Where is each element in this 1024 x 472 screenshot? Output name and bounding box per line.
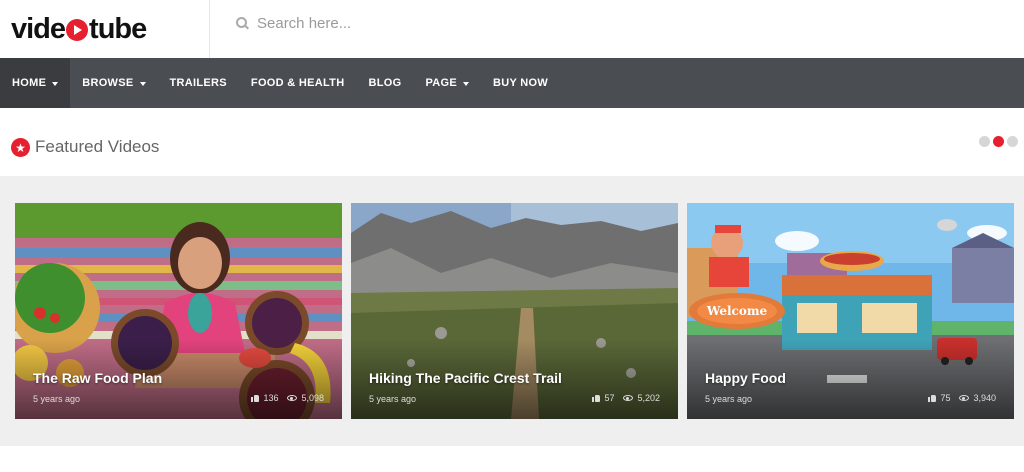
video-stats: 57 5,202 — [592, 393, 660, 403]
carousel-pagination — [979, 136, 1018, 147]
video-stats: 136 5,098 — [251, 393, 324, 403]
logo-text-part2: tube — [89, 12, 147, 45]
caret-down-icon — [139, 81, 146, 86]
eye-icon — [959, 395, 970, 401]
video-age: 5 years ago — [33, 394, 81, 404]
nav-label: TRAILERS — [169, 77, 227, 89]
nav-item-page[interactable]: PAGE — [413, 58, 481, 108]
nav-item-blog[interactable]: BLOG — [356, 58, 413, 108]
page-footer-gap — [0, 446, 1024, 472]
view-count: 5,202 — [637, 393, 660, 403]
star-icon: ★ — [11, 138, 30, 157]
nav-label: PAGE — [425, 77, 457, 89]
video-age: 5 years ago — [369, 394, 417, 404]
video-title[interactable]: Happy Food — [705, 370, 786, 386]
nav-item-buy-now[interactable]: BUY NOW — [481, 58, 560, 108]
view-count: 5,098 — [301, 393, 324, 403]
main-nav: HOME BROWSE TRAILERS FOOD & HEALTH BLOG … — [0, 58, 1024, 108]
featured-videos-grid: The Raw Food Plan 5 years ago 136 5,098 — [0, 176, 1024, 446]
caret-down-icon — [463, 81, 469, 86]
video-card[interactable]: Welcome Happy Food 5 years ago 75 3,940 — [687, 203, 1014, 419]
like-count: 57 — [604, 393, 615, 403]
video-card[interactable]: The Raw Food Plan 5 years ago 136 5,098 — [15, 203, 342, 419]
logo-text-part1: vide — [11, 12, 66, 45]
nav-item-browse[interactable]: BROWSE — [70, 58, 157, 108]
nav-item-home[interactable]: HOME — [0, 58, 71, 108]
logo-container: vide tube — [0, 0, 210, 58]
eye-icon — [623, 395, 634, 401]
nav-item-trailers[interactable]: TRAILERS — [158, 58, 239, 108]
play-logo-icon — [66, 19, 89, 41]
like-count: 136 — [263, 393, 279, 403]
video-age: 5 years ago — [705, 394, 753, 404]
caret-down-icon — [52, 81, 59, 86]
video-title[interactable]: Hiking The Pacific Crest Trail — [369, 370, 562, 386]
view-count: 3,940 — [973, 393, 996, 403]
video-stats: 75 3,940 — [928, 393, 996, 403]
like-count: 75 — [940, 393, 951, 403]
search-icon — [236, 17, 248, 29]
nav-label: BUY NOW — [493, 77, 549, 89]
nav-label: FOOD & HEALTH — [250, 77, 345, 89]
video-title[interactable]: The Raw Food Plan — [33, 370, 162, 386]
svg-text:Welcome: Welcome — [706, 304, 768, 318]
eye-icon — [287, 395, 298, 401]
nav-item-food-health[interactable]: FOOD & HEALTH — [239, 58, 357, 108]
thumbs-up-icon — [251, 394, 260, 402]
section-title: Featured Videos — [35, 137, 160, 156]
thumbs-up-icon — [592, 394, 601, 402]
site-logo[interactable]: vide tube — [11, 12, 147, 45]
video-card[interactable]: Hiking The Pacific Crest Trail 5 years a… — [351, 203, 678, 419]
nav-label: BROWSE — [82, 77, 134, 89]
carousel-dot-1[interactable] — [979, 136, 990, 147]
nav-label: HOME — [12, 77, 47, 89]
nav-label: BLOG — [368, 77, 402, 89]
carousel-dot-2[interactable] — [993, 136, 1004, 147]
thumbs-up-icon — [928, 394, 937, 402]
search-input[interactable] — [257, 14, 637, 32]
featured-section-header: ★ Featured Videos — [0, 108, 1024, 176]
carousel-dot-3[interactable] — [1007, 136, 1018, 147]
site-header: vide tube — [0, 0, 1024, 58]
search-bar — [236, 12, 637, 34]
